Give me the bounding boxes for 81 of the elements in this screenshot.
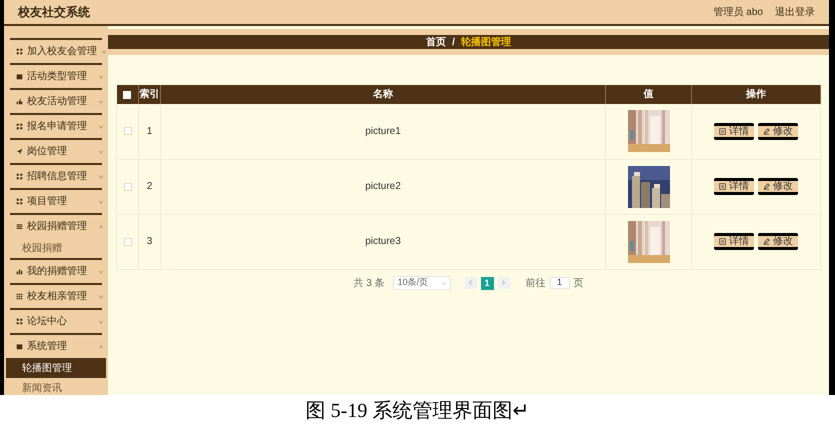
grid-icon [16, 123, 23, 130]
grid-icon [16, 173, 23, 180]
grid-icon [16, 293, 23, 300]
sidebar-item[interactable]: 校友相亲管理 [4, 285, 108, 308]
chevron-icon [98, 344, 104, 350]
checkbox[interactable] [124, 127, 132, 136]
chevron-icon [98, 294, 104, 300]
sidebar-item[interactable]: 校友活动管理 [4, 90, 108, 113]
sidebar-item[interactable]: 系统管理 [4, 335, 108, 358]
breadcrumb-current: 轮播图管理 [460, 36, 511, 50]
page-size-select[interactable]: 10条/页 [392, 276, 451, 290]
app-title: 校友社交系统 [18, 4, 90, 21]
sidebar-item[interactable]: 我的捐赠管理 [4, 260, 108, 283]
pencil-icon [763, 238, 770, 245]
chevron-icon [98, 124, 104, 130]
index-cell: 2 [146, 181, 152, 192]
checkbox[interactable] [124, 182, 132, 190]
edit-button[interactable]: 修改 [758, 178, 798, 195]
grid-icon [16, 48, 23, 55]
list-icon [16, 223, 23, 230]
name-cell: picture2 [365, 181, 401, 192]
details-button[interactable]: 详情 [714, 233, 754, 250]
logout-link[interactable]: 退出登录 [775, 4, 815, 20]
sidebar-item[interactable]: 招聘信息管理 [4, 165, 108, 188]
sidebar-subitem[interactable]: 校园捐赠 [4, 238, 108, 258]
page-number-field[interactable]: 1 [550, 277, 570, 289]
chevron-icon [101, 48, 107, 54]
sidebar-item[interactable]: 岗位管理 [4, 140, 108, 163]
pencil-icon [763, 183, 770, 190]
document-icon [719, 183, 726, 190]
user-label: 管理员 abo [714, 6, 763, 20]
previous-page-button[interactable] [464, 276, 477, 288]
column-header: 值 [644, 89, 654, 100]
document-icon [719, 128, 726, 135]
chevron-icon [98, 98, 104, 104]
index-cell: 3 [146, 236, 152, 247]
chevron-icon [98, 198, 104, 204]
paper-plane-icon [16, 148, 23, 155]
sidebar-item[interactable]: 项目管理 [4, 190, 108, 213]
breadcrumb-link[interactable]: 首页 [426, 34, 446, 50]
name-cell: picture3 [365, 236, 401, 247]
edit-button[interactable]: 修改 [758, 233, 798, 250]
chevron-icon [440, 280, 446, 286]
chevron-icon [98, 148, 104, 154]
chevron-icon [468, 280, 474, 285]
page-unit-label: 页 [574, 276, 584, 290]
column-header: 索引 [140, 89, 160, 100]
chevron-icon [98, 318, 104, 324]
box-icon [16, 343, 23, 350]
column-header: 名称 [373, 89, 393, 100]
sidebar-item[interactable]: 校园捐赠管理 [4, 215, 108, 238]
breadcrumb-separator: / [452, 36, 455, 50]
thumbs-up-icon [16, 98, 23, 105]
sidebar-item[interactable]: 论坛中心 [4, 310, 108, 333]
sidebar-item[interactable]: 活动类型管理 [4, 65, 108, 88]
document-icon [719, 238, 726, 245]
details-button[interactable]: 详情 [714, 122, 754, 140]
chevron-icon [501, 280, 506, 285]
next-page-button[interactable] [498, 276, 510, 288]
chevron-icon [98, 174, 104, 180]
chevron-icon [98, 268, 104, 274]
sidebar-subitem[interactable]: 轮播图管理 [6, 358, 106, 378]
index-cell: 1 [146, 126, 152, 137]
name-cell: picture1 [365, 126, 401, 137]
goto-label: 前往 [526, 276, 546, 290]
pencil-icon [763, 128, 770, 135]
checkbox[interactable] [124, 238, 132, 246]
grid-icon [16, 318, 23, 325]
details-button[interactable]: 详情 [714, 178, 754, 195]
chevron-icon [98, 224, 104, 230]
box-icon [16, 73, 23, 80]
sidebar-subitem[interactable]: 新闻资讯 [4, 378, 108, 395]
edit-button[interactable]: 修改 [758, 122, 798, 140]
sidebar-item[interactable]: 报名申请管理 [4, 115, 108, 138]
grid-icon [16, 198, 23, 205]
chevron-icon [98, 74, 104, 80]
column-header: 操作 [746, 89, 766, 100]
sidebar-item[interactable]: 加入校友会管理 [4, 40, 108, 63]
bar-chart-icon [16, 268, 23, 275]
total-count: 共 3 条 [353, 276, 385, 290]
figure-caption: 图 5-19 系统管理界面图↵ [306, 399, 530, 424]
